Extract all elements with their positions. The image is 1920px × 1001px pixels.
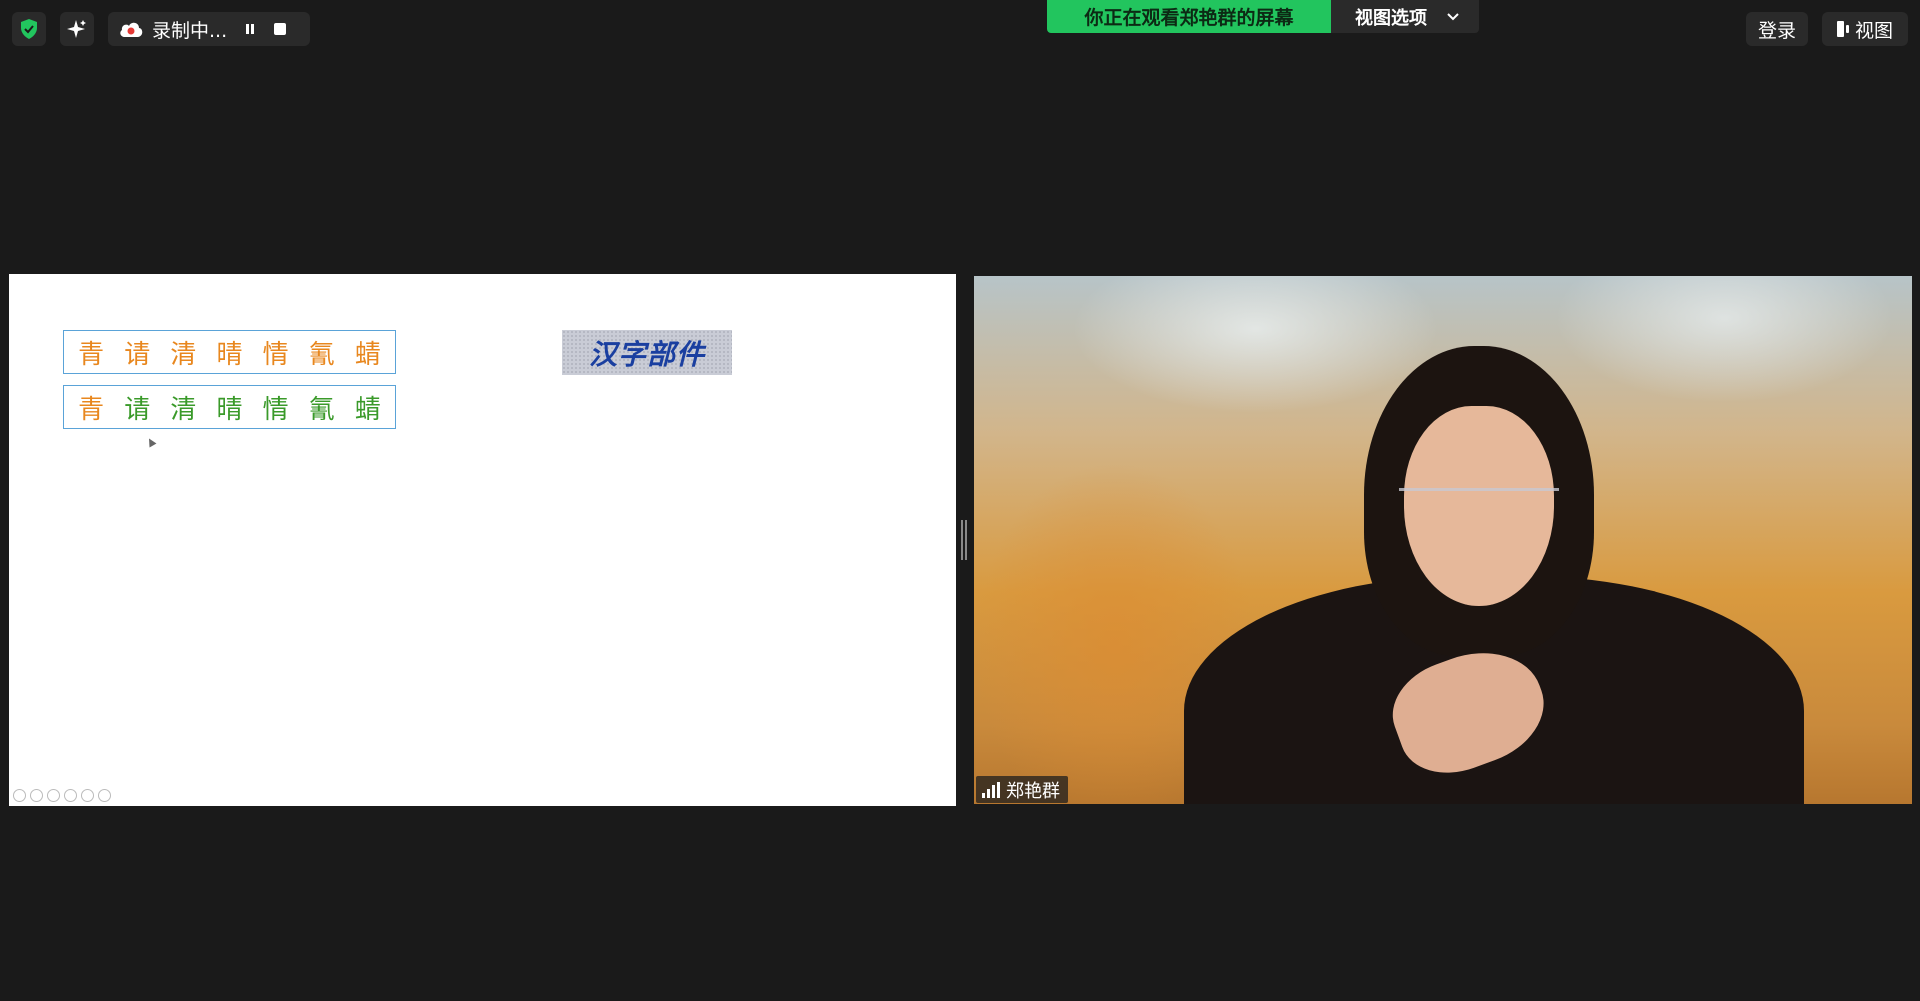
shared-screen: 青 请 清 晴 情 氰 蜻 青 请 清 晴 情 氰 蜻 汉字部件 [9,274,956,806]
char-cell: 情 [262,394,289,425]
mouse-cursor-icon [145,436,157,448]
char-cell: 清 [170,339,197,370]
view-options-dropdown[interactable]: 视图选项 [1331,0,1479,33]
stop-icon [274,23,287,35]
char-cell: 青 [78,394,105,425]
participant-name: 郑艳群 [1006,780,1060,802]
char-cell: 情 [262,339,289,370]
char-cell: 晴 [216,339,243,370]
login-button[interactable]: 登录 [1746,12,1808,46]
next-slide-icon[interactable] [30,789,43,802]
more-options-icon[interactable] [98,789,111,802]
char-cell: 蜻 [354,394,381,425]
screen-share-banner: 你正在观看郑艳群的屏幕 [1047,0,1331,33]
ai-companion-button[interactable] [60,12,94,46]
view-button[interactable]: 视图 [1822,12,1908,46]
pause-icon [246,24,255,34]
participant-name-tag: 郑艳群 [976,776,1068,803]
char-cell: 氰 [308,394,335,425]
security-shield-button[interactable] [12,12,46,46]
slide-title-badge: 汉字部件 [562,330,732,375]
stop-recording-button[interactable] [267,16,293,42]
shield-icon [21,19,37,39]
character-row-1: 青 请 清 晴 情 氰 蜻 [63,330,396,374]
slide-title: 汉字部件 [588,337,705,371]
char-cell: 清 [170,394,197,425]
view-options-label: 视图选项 [1355,7,1427,29]
pen-icon[interactable] [47,789,60,802]
panel-resize-handle[interactable] [961,520,967,560]
recording-controls: 录制中... [108,12,310,46]
recording-status-label: 录制中... [152,19,228,42]
prev-slide-icon[interactable] [13,789,26,802]
char-cell: 晴 [216,394,243,425]
character-row-2: 青 请 清 晴 情 氰 蜻 [63,385,396,429]
cloud-recording-icon [120,22,143,37]
char-cell: 请 [124,394,151,425]
char-cell: 请 [124,339,151,370]
view-button-label: 视图 [1854,19,1893,42]
slides-grid-icon[interactable] [64,789,77,802]
char-cell: 青 [78,339,105,370]
slideshow-toolbar [13,789,111,802]
zoom-icon[interactable] [81,789,94,802]
signal-strength-icon [982,781,1000,798]
layout-icon [1836,21,1849,37]
participant-video [974,276,1912,804]
chevron-down-icon [1447,9,1459,25]
pause-recording-button[interactable] [237,16,263,42]
sparkle-icon [67,20,86,38]
char-cell: 蜻 [354,339,381,370]
char-cell: 氰 [308,339,335,370]
